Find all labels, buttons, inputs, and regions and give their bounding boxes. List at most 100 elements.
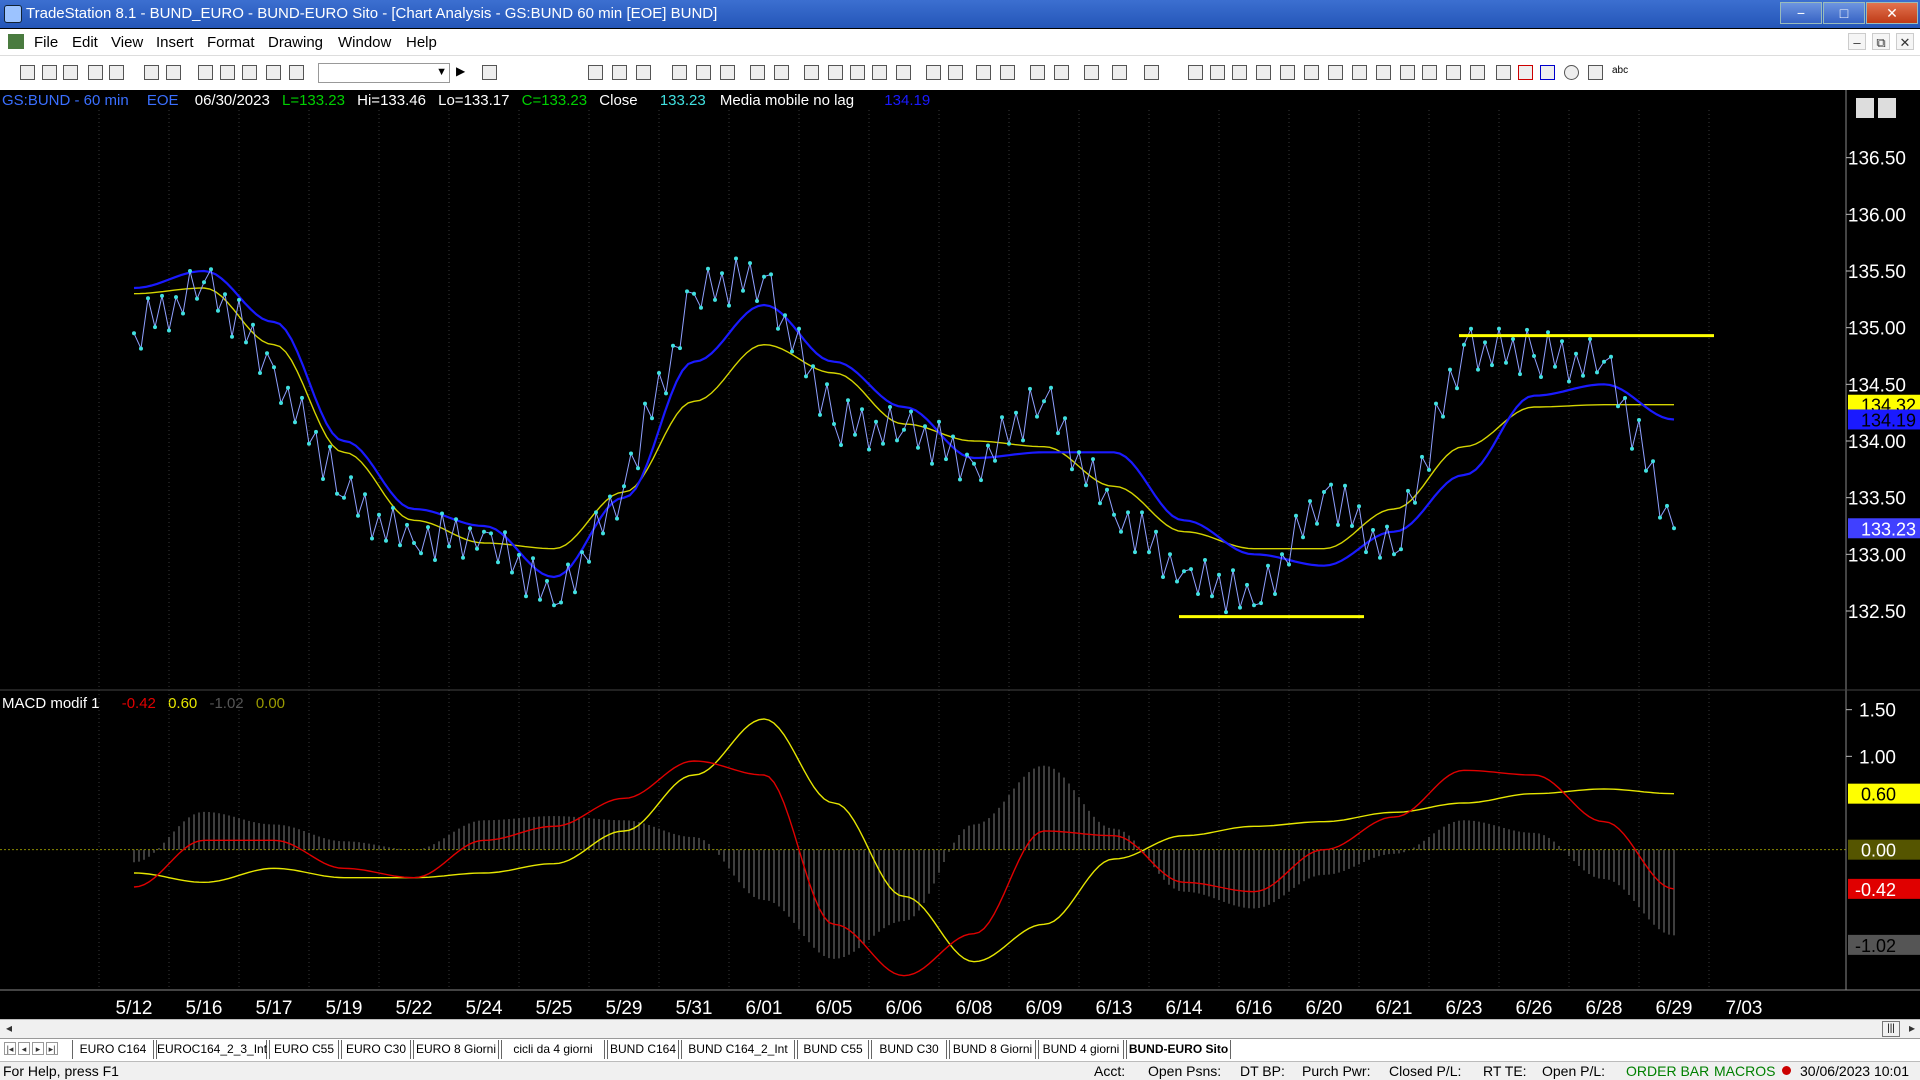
close-button[interactable]: ✕ bbox=[1866, 2, 1918, 24]
menu-drawing[interactable]: Drawing bbox=[268, 34, 323, 51]
line-chart-icon[interactable] bbox=[850, 65, 865, 80]
tab-euro-c164[interactable]: EURO C164 bbox=[72, 1040, 154, 1059]
strategy-icon[interactable] bbox=[266, 65, 281, 80]
chart-analysis-window[interactable]: GS:BUND - 60 min EOE 06/30/2023 L=133.23… bbox=[0, 90, 1920, 1022]
arc-icon[interactable] bbox=[1280, 65, 1295, 80]
mdi-minimize-button[interactable]: – bbox=[1848, 33, 1866, 50]
mdi-restore-button[interactable]: ⧉ bbox=[1872, 33, 1890, 50]
cycle-icon[interactable] bbox=[1446, 65, 1461, 80]
tab-next-icon[interactable]: ▸ bbox=[32, 1042, 44, 1055]
mdi-close-button[interactable]: ✕ bbox=[1896, 33, 1914, 50]
bars-icon[interactable] bbox=[896, 65, 911, 80]
tab-bund-c164[interactable]: BUND C164 bbox=[607, 1040, 679, 1059]
drag-icon[interactable] bbox=[1054, 65, 1069, 80]
zoom-out-icon[interactable] bbox=[1000, 65, 1015, 80]
scroll-right-icon[interactable]: ▸ bbox=[1909, 1021, 1915, 1035]
tab-bund-4-giorni[interactable]: BUND 4 giorni bbox=[1038, 1040, 1124, 1059]
tab-cicli-da-4-giorni[interactable]: cicli da 4 giorni bbox=[501, 1040, 605, 1059]
bar-chart-icon[interactable] bbox=[804, 65, 819, 80]
menu-window[interactable]: Window bbox=[338, 34, 391, 51]
lock-icon[interactable] bbox=[242, 65, 257, 80]
pointer-icon[interactable] bbox=[1030, 65, 1045, 80]
speed-line-icon[interactable] bbox=[1328, 65, 1343, 80]
tab-euro-c30[interactable]: EURO C30 bbox=[341, 1040, 411, 1059]
menu-file[interactable]: File bbox=[34, 34, 58, 51]
tab-first-icon[interactable]: |◂ bbox=[4, 1042, 16, 1055]
parallel-lines-icon[interactable] bbox=[1422, 65, 1437, 80]
tab-euro-8-giorni[interactable]: EURO 8 Giorni bbox=[413, 1040, 499, 1059]
tab-bund-c164-2-int[interactable]: BUND C164_2_Int bbox=[681, 1040, 795, 1059]
gann-fan-icon[interactable] bbox=[1304, 65, 1319, 80]
trendline-icon[interactable] bbox=[1188, 65, 1203, 80]
tab-euroc164-2-3-int[interactable]: EUROC164_2_3_Int bbox=[156, 1040, 267, 1059]
chart-format-icon[interactable] bbox=[612, 65, 627, 80]
new-icon[interactable] bbox=[20, 65, 35, 80]
status-macros[interactable]: MACROS bbox=[1714, 1063, 1775, 1079]
arrow-both-icon[interactable] bbox=[1400, 65, 1415, 80]
fibonacci-icon[interactable] bbox=[1256, 65, 1271, 80]
symbol-input[interactable]: ▼ bbox=[318, 63, 450, 83]
zoom-in-icon[interactable] bbox=[976, 65, 991, 80]
tab-last-icon[interactable]: ▸| bbox=[46, 1042, 58, 1055]
arrow-down-icon[interactable] bbox=[1518, 65, 1533, 80]
expand-icon[interactable] bbox=[948, 65, 963, 80]
chart-style-icon[interactable] bbox=[588, 65, 603, 80]
insert-indicator-icon[interactable] bbox=[750, 65, 765, 80]
radar-icon[interactable] bbox=[220, 65, 235, 80]
arrow-up-icon[interactable] bbox=[1540, 65, 1555, 80]
print-icon[interactable] bbox=[166, 65, 181, 80]
tab-bund-8-giorni[interactable]: BUND 8 Giorni bbox=[949, 1040, 1036, 1059]
scroll-left-icon[interactable]: ◂ bbox=[6, 1021, 12, 1035]
angle-icon[interactable] bbox=[1376, 65, 1391, 80]
new-workspace-icon[interactable] bbox=[88, 65, 103, 80]
play-arrow-icon[interactable]: ▶ bbox=[456, 64, 471, 79]
pencil-icon[interactable] bbox=[1470, 65, 1485, 80]
cursor-icon[interactable] bbox=[720, 65, 735, 80]
vertical-lines-icon[interactable] bbox=[1352, 65, 1367, 80]
status-order-bar[interactable]: ORDER BAR bbox=[1626, 1063, 1709, 1079]
maximize-button[interactable]: □ bbox=[1823, 2, 1865, 24]
chart-window-icon[interactable] bbox=[198, 65, 213, 80]
point-figure-icon[interactable] bbox=[872, 65, 887, 80]
tab-bund-euro-sito[interactable]: BUND-EURO Sito bbox=[1126, 1040, 1231, 1059]
scroll-thumb[interactable]: ||| bbox=[1882, 1021, 1900, 1037]
subwindow-minimize-button[interactable] bbox=[1856, 98, 1874, 118]
analysis-icon[interactable] bbox=[289, 65, 304, 80]
data-window-icon[interactable] bbox=[636, 65, 651, 80]
subwindow-restore-button[interactable] bbox=[1878, 98, 1896, 118]
menu-insert[interactable]: Insert bbox=[156, 34, 194, 51]
candle-chart-icon[interactable] bbox=[828, 65, 843, 80]
open-icon[interactable] bbox=[42, 65, 57, 80]
tools-icon[interactable] bbox=[1084, 65, 1099, 80]
print-preview-icon[interactable] bbox=[144, 65, 159, 80]
insert-strategy-icon[interactable] bbox=[774, 65, 789, 80]
vertical-line-icon[interactable] bbox=[1210, 65, 1225, 80]
price-point bbox=[272, 365, 276, 370]
horizontal-line-icon[interactable] bbox=[1232, 65, 1247, 80]
compress-icon[interactable] bbox=[926, 65, 941, 80]
tab-euro-c55[interactable]: EURO C55 bbox=[269, 1040, 339, 1059]
refresh-icon[interactable] bbox=[696, 65, 711, 80]
menu-view[interactable]: View bbox=[111, 34, 143, 51]
rectangle-icon[interactable] bbox=[1588, 65, 1603, 80]
print-chart-icon[interactable] bbox=[1144, 65, 1159, 80]
ellipse-icon[interactable] bbox=[1564, 65, 1579, 80]
chevron-down-icon[interactable]: ▼ bbox=[436, 66, 447, 78]
open-workspace-icon[interactable] bbox=[63, 65, 78, 80]
curve-icon[interactable] bbox=[1496, 65, 1511, 80]
text-tool-icon[interactable]: abc bbox=[1612, 65, 1628, 80]
horizontal-scrollbar[interactable]: ◂ ||| ▸ bbox=[0, 1019, 1920, 1038]
tab-bund-c30[interactable]: BUND C30 bbox=[871, 1040, 947, 1059]
export-icon[interactable] bbox=[1112, 65, 1127, 80]
tab-bund-c55[interactable]: BUND C55 bbox=[797, 1040, 869, 1059]
chart-svg[interactable]: GS:BUND - 60 min EOE 06/30/2023 L=133.23… bbox=[0, 90, 1920, 1020]
search-symbol-icon[interactable] bbox=[482, 65, 497, 80]
minimize-button[interactable]: − bbox=[1780, 2, 1822, 24]
menu-format[interactable]: Format bbox=[207, 34, 255, 51]
tab-prev-icon[interactable]: ◂ bbox=[18, 1042, 30, 1055]
save-icon[interactable] bbox=[109, 65, 124, 80]
menu-help[interactable]: Help bbox=[406, 34, 437, 51]
menu-edit[interactable]: Edit bbox=[72, 34, 98, 51]
hourglass-icon[interactable] bbox=[672, 65, 687, 80]
chart-window-icon[interactable] bbox=[8, 34, 24, 49]
